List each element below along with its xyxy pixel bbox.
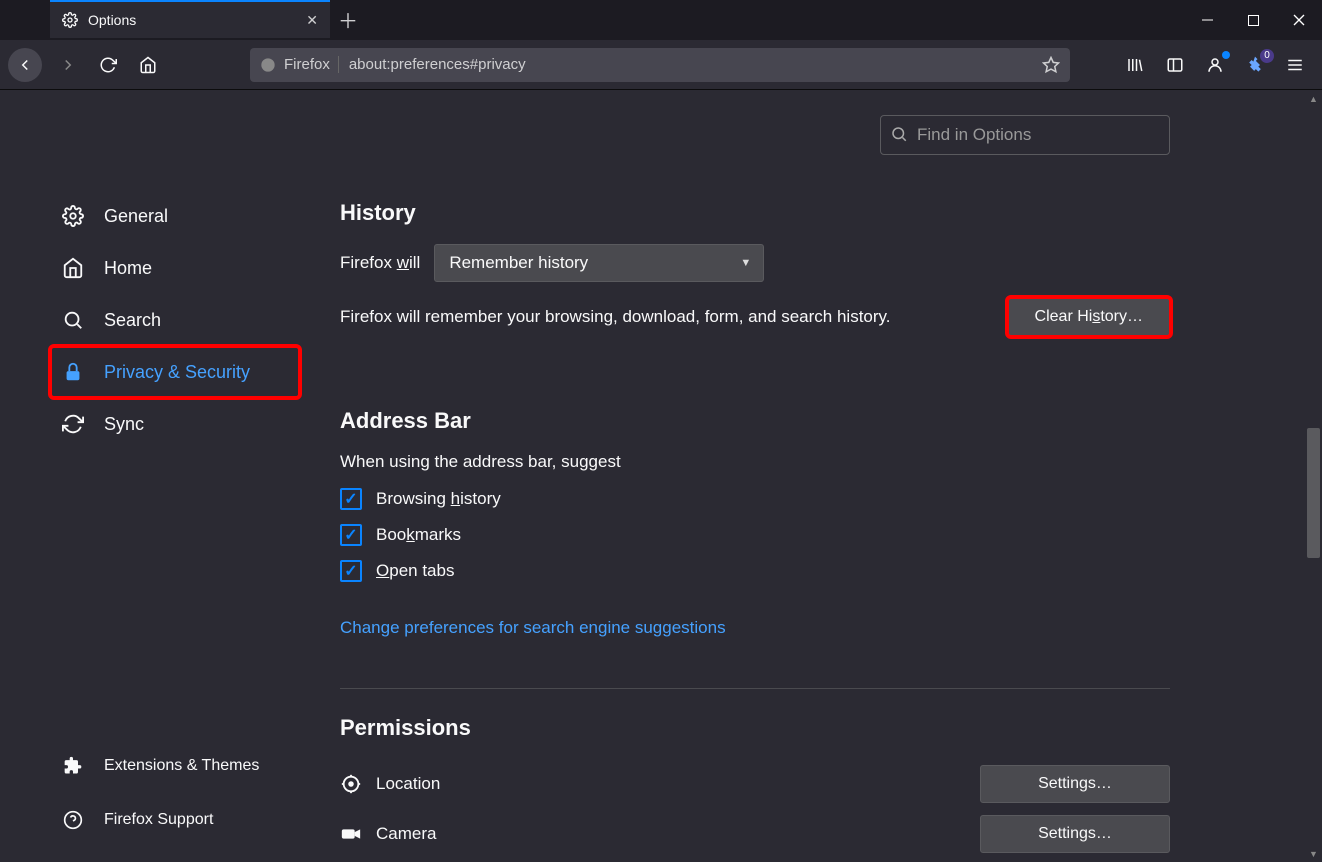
scrollbar-thumb[interactable] — [1307, 428, 1320, 558]
toolbar-right: 0 — [1116, 47, 1314, 83]
address-bar-heading: Address Bar — [340, 408, 1170, 434]
history-description-row: Firefox will remember your browsing, dow… — [340, 298, 1170, 336]
permissions-heading: Permissions — [340, 715, 1170, 741]
sidebar-item-home[interactable]: Home — [50, 242, 300, 294]
checkbox[interactable] — [340, 524, 362, 546]
permission-row-location: Location Settings… — [340, 759, 1170, 809]
extension-badge: 0 — [1260, 49, 1274, 63]
location-icon — [340, 773, 362, 795]
sidebar-item-search[interactable]: Search — [50, 294, 300, 346]
check-bookmarks[interactable]: Bookmarks — [340, 524, 1170, 546]
gear-icon — [60, 205, 86, 227]
sidebar-item-label: Search — [104, 310, 161, 331]
identity-label: Firefox — [284, 56, 330, 73]
tab-label: Options — [88, 12, 296, 28]
history-description: Firefox will remember your browsing, dow… — [340, 307, 891, 327]
checkbox[interactable] — [340, 488, 362, 510]
identity-box[interactable]: Firefox — [260, 56, 339, 73]
app-menu-button[interactable] — [1276, 47, 1314, 83]
bookmark-star-icon[interactable] — [1042, 56, 1060, 74]
history-heading: History — [340, 200, 1170, 226]
sidebar-item-label: Extensions & Themes — [104, 757, 259, 775]
tab-options[interactable]: Options ✕ — [50, 0, 330, 38]
sidebar-item-label: Privacy & Security — [104, 362, 250, 383]
address-bar-subheading: When using the address bar, suggest — [340, 452, 1170, 472]
puzzle-icon — [60, 756, 86, 776]
check-browsing-history[interactable]: Browsing history — [340, 488, 1170, 510]
permission-label: Location — [376, 774, 440, 794]
tab-strip: Options ✕ ＋ — [0, 0, 366, 40]
navbar: Firefox about:preferences#privacy 0 — [0, 40, 1322, 90]
camera-settings-button[interactable]: Settings… — [980, 815, 1170, 853]
find-in-options-input[interactable] — [880, 115, 1170, 155]
checkbox[interactable] — [340, 560, 362, 582]
checkbox-label: Bookmarks — [376, 525, 461, 545]
search-icon — [890, 125, 908, 143]
checkbox-label: Open tabs — [376, 561, 454, 581]
sidebar-item-label: Home — [104, 258, 152, 279]
sync-icon — [60, 413, 86, 435]
scroll-down-icon[interactable]: ▼ — [1305, 845, 1322, 862]
search-icon — [60, 309, 86, 331]
scroll-up-icon[interactable]: ▲ — [1305, 90, 1322, 107]
sidebar-bottom: Extensions & Themes Firefox Support — [50, 744, 269, 842]
sidebar-item-label: General — [104, 206, 168, 227]
close-window-button[interactable] — [1276, 0, 1322, 40]
sidebar-item-label: Sync — [104, 414, 144, 435]
sidebars-button[interactable] — [1156, 47, 1194, 83]
history-will-label: Firefox will — [340, 253, 420, 273]
permission-row-camera: Camera Settings… — [340, 809, 1170, 859]
firefox-icon — [260, 57, 276, 73]
checkbox-label: Browsing history — [376, 489, 501, 509]
sidebar-item-label: Firefox Support — [104, 811, 213, 829]
maximize-button[interactable] — [1230, 0, 1276, 40]
url-text: about:preferences#privacy — [349, 56, 1032, 73]
sidebar-item-sync[interactable]: Sync — [50, 398, 300, 450]
lock-icon — [60, 361, 86, 383]
permission-label: Camera — [376, 824, 436, 844]
sidebar-item-support[interactable]: Firefox Support — [50, 798, 269, 842]
preferences-main: History Firefox will Remember history ▼ … — [300, 90, 1170, 862]
account-button[interactable] — [1196, 47, 1234, 83]
history-mode-select[interactable]: Remember history ▼ — [434, 244, 764, 282]
help-icon — [60, 810, 86, 830]
titlebar: Options ✕ ＋ — [0, 0, 1322, 40]
window-controls — [1184, 0, 1322, 40]
preferences-content: General Home Search Privacy & Security S… — [0, 90, 1322, 862]
check-open-tabs[interactable]: Open tabs — [340, 560, 1170, 582]
sidebar-item-extensions[interactable]: Extensions & Themes — [50, 744, 269, 788]
home-icon — [60, 257, 86, 279]
select-value: Remember history — [449, 253, 588, 273]
preferences-sidebar: General Home Search Privacy & Security S… — [0, 90, 300, 862]
extension-button[interactable]: 0 — [1236, 47, 1274, 83]
sidebar-item-privacy[interactable]: Privacy & Security — [50, 346, 300, 398]
close-tab-icon[interactable]: ✕ — [306, 12, 318, 29]
location-settings-button[interactable]: Settings… — [980, 765, 1170, 803]
new-tab-button[interactable]: ＋ — [330, 0, 366, 38]
url-bar[interactable]: Firefox about:preferences#privacy — [250, 48, 1070, 82]
gear-icon — [62, 12, 78, 28]
minimize-button[interactable] — [1184, 0, 1230, 40]
divider — [340, 688, 1170, 689]
camera-icon — [340, 823, 362, 845]
scrollbar-track[interactable]: ▲ ▼ — [1305, 90, 1322, 862]
library-button[interactable] — [1116, 47, 1154, 83]
notification-dot-icon — [1222, 51, 1230, 59]
forward-button[interactable] — [50, 47, 86, 83]
back-button[interactable] — [8, 48, 42, 82]
search-container — [880, 115, 1170, 155]
chevron-down-icon: ▼ — [740, 257, 751, 269]
sidebar-item-general[interactable]: General — [50, 190, 300, 242]
clear-history-button[interactable]: Clear History… — [1008, 298, 1170, 336]
history-mode-row: Firefox will Remember history ▼ — [340, 244, 1170, 282]
home-button[interactable] — [130, 47, 166, 83]
search-suggestions-link[interactable]: Change preferences for search engine sug… — [340, 618, 726, 638]
address-bar-section: Address Bar When using the address bar, … — [340, 408, 1170, 638]
reload-button[interactable] — [90, 47, 126, 83]
